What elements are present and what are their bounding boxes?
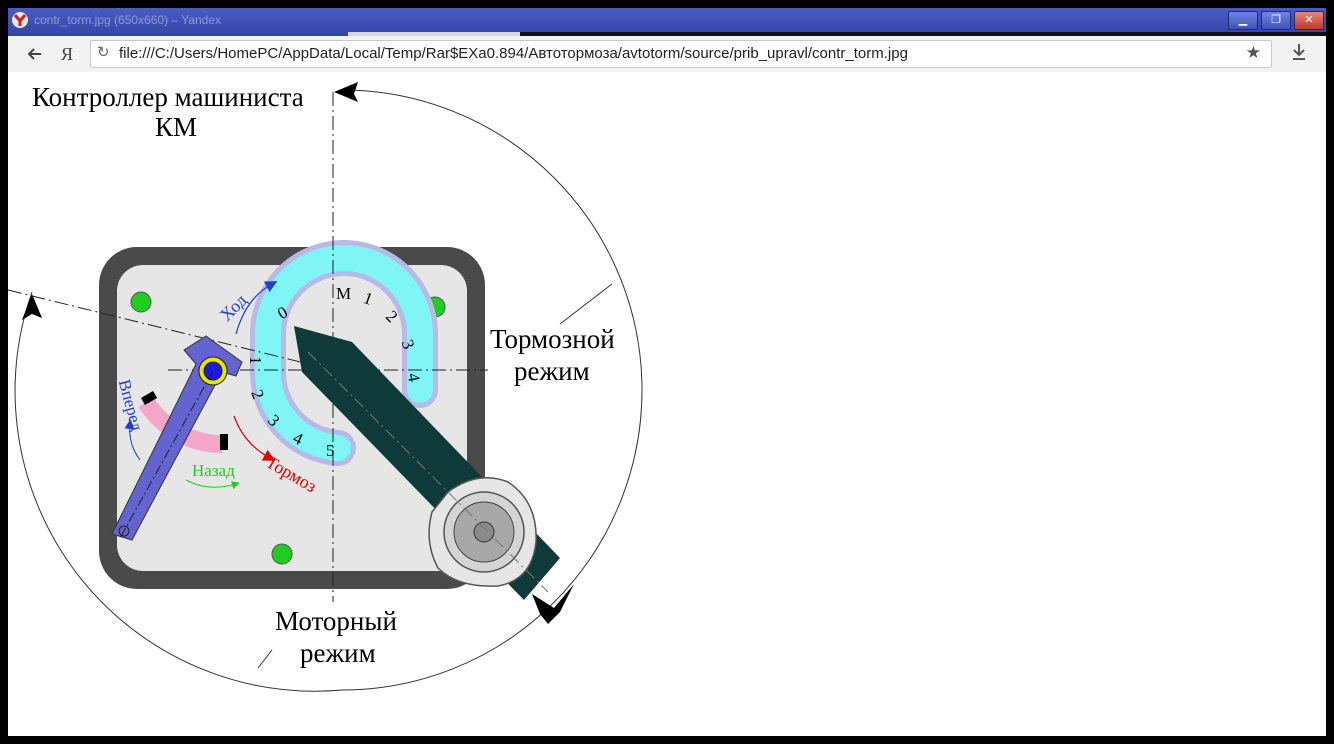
download-arrow-icon (1293, 44, 1305, 60)
yandex-logo-icon (12, 12, 28, 28)
brake-mode-label-line1: Тормозной (490, 324, 615, 354)
motor-mode-label-line1: Моторный (275, 606, 397, 636)
brake-leader-line (559, 283, 613, 325)
browser-toolbar: Я ↻ file:///C:/Users/HomePC/AppData/Loca… (8, 36, 1326, 73)
scale-label: М (336, 284, 351, 303)
controller-diagram: 0 М 1 2 3 4 1 2 3 4 5 Контроллер машинис… (8, 82, 643, 692)
close-button[interactable]: ✕ (1294, 11, 1324, 30)
url-text[interactable]: file:///C:/Users/HomePC/AppData/Local/Te… (119, 45, 908, 62)
reload-icon[interactable]: ↻ (97, 43, 110, 61)
scale-label: 1 (246, 356, 265, 365)
browser-tab[interactable]: contr_torm.jpg (650x660) – Yandex (8, 8, 348, 36)
address-bar[interactable]: ↻ file:///C:/Users/HomePC/AppData/Local/… (90, 40, 1272, 68)
motor-mode-label-line2: режим (300, 638, 376, 668)
title-bar: contr_torm.jpg (650x660) – Yandex ▁ ❐ ✕ (8, 8, 1326, 36)
browser-window: contr_torm.jpg (650x660) – Yandex ▁ ❐ ✕ … (8, 8, 1326, 736)
diagram-title-line1: Контроллер машиниста (32, 82, 304, 112)
brake-mode-label-line2: режим (514, 356, 590, 386)
arrow-left-icon (27, 48, 41, 60)
handle-knob-center (473, 521, 495, 543)
reverser-stop (220, 434, 228, 450)
tab-title: contr_torm.jpg (650x660) – Yandex (34, 13, 222, 27)
star-icon[interactable]: ★ (1246, 43, 1261, 63)
diagram-title-line2: КМ (155, 112, 197, 142)
nazad-label: Назад (192, 461, 235, 480)
motor-leader-line (257, 649, 273, 669)
maximize-button[interactable]: ❐ (1261, 11, 1291, 30)
mount-dot (271, 543, 293, 565)
page-content: 0 М 1 2 3 4 1 2 3 4 5 Контроллер машинис… (8, 72, 1326, 736)
mount-dot (130, 291, 152, 313)
back-button[interactable] (22, 42, 48, 66)
top-arrowhead (334, 82, 358, 102)
bottom-arrowhead-right (532, 584, 574, 624)
minimize-button[interactable]: ▁ (1228, 11, 1258, 30)
yandex-button[interactable]: Я (54, 42, 80, 66)
download-icon[interactable] (1290, 42, 1308, 67)
